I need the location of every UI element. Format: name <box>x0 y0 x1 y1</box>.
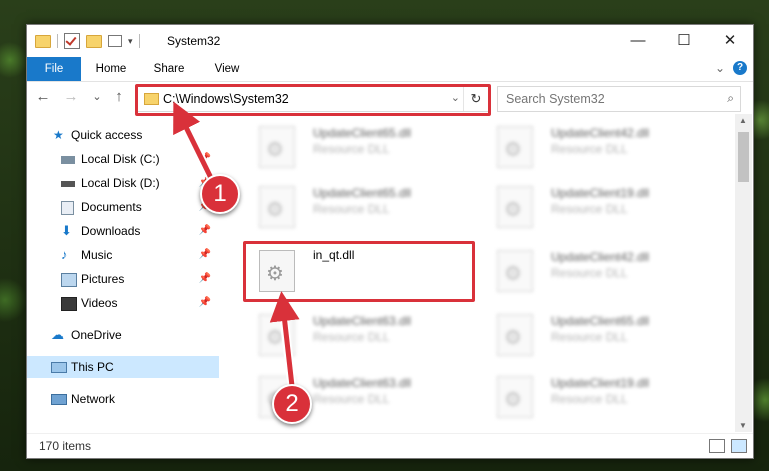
callout-arrows <box>173 101 300 387</box>
arrow-1 <box>173 101 215 182</box>
step-1-badge: 1 <box>200 174 240 214</box>
step-2-badge: 2 <box>272 384 312 424</box>
